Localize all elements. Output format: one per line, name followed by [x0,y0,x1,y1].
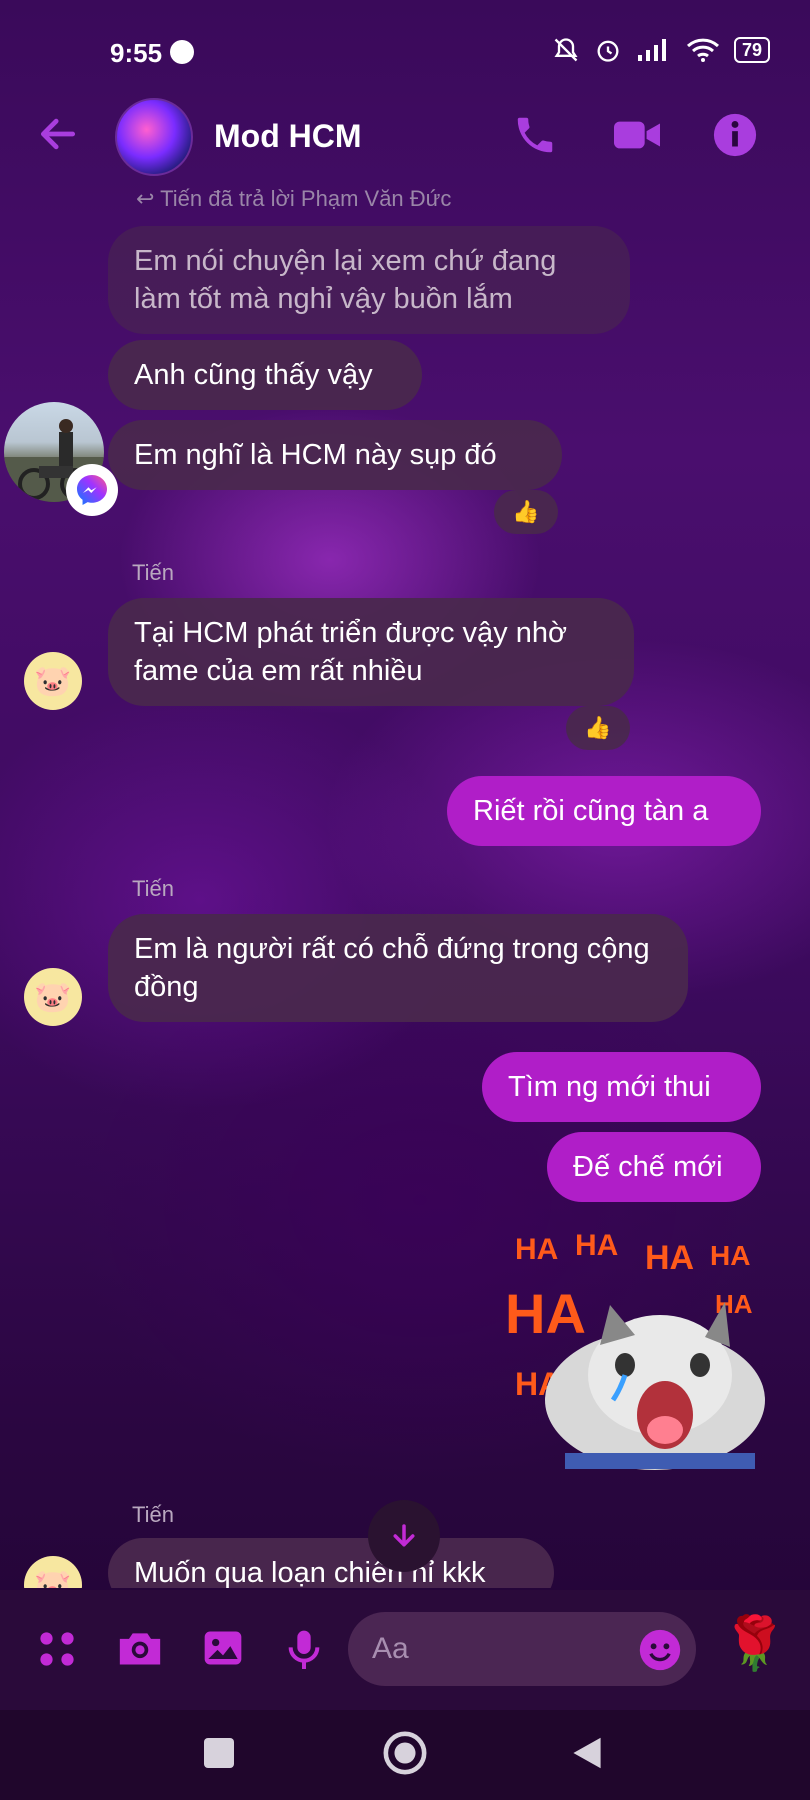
sender-name: Tiến [132,1502,174,1527]
gallery-icon[interactable] [200,1626,246,1670]
pig-avatar[interactable]: 🐷 [24,968,82,1026]
pig-icon: 🐷 [34,1568,72,1589]
reply-note: ↩ Tiến đã trả lời Phạm Văn Đức [136,186,452,211]
my-message-bubble[interactable]: Riết rồi cũng tàn a [447,776,761,846]
pig-avatar[interactable]: 🐷 [24,1556,82,1588]
sticker-text: HA [645,1239,694,1277]
messenger-badge [66,464,118,516]
message-bubble[interactable]: Em nghĩ là HCM này sụp đó [108,420,562,490]
apps-icon[interactable] [36,1628,78,1670]
info-icon[interactable] [712,112,758,158]
pig-avatar[interactable]: 🐷 [24,652,82,710]
status-icons: 79 [552,36,770,64]
home-button[interactable] [382,1730,428,1776]
wifi-icon [686,38,719,62]
phone-icon[interactable] [512,112,558,158]
my-message-bubble[interactable]: Đế chế mới [547,1132,761,1202]
sticker-text: HA [515,1233,558,1266]
pig-icon: 🐷 [34,664,72,698]
laughing-cat-sticker[interactable]: HA HA HA HA HA HA HA [505,1225,765,1475]
message-input-placeholder: Aa [372,1632,409,1665]
battery-indicator: 79 [733,37,770,63]
message-bubble[interactable]: Em nói chuyện lại xem chứ đang làm tốt m… [108,226,630,334]
pig-icon: 🐷 [34,980,72,1014]
reaction-badge[interactable]: 👍 [494,490,558,534]
message-bubble[interactable]: Muốn qua loạn chiến hỉ kkk [108,1538,554,1588]
messenger-icon [77,475,107,505]
video-icon[interactable] [612,112,662,158]
my-message-bubble[interactable]: Tìm ng mới thui [482,1052,761,1122]
scroll-down-icon [393,1524,415,1547]
rose-icon[interactable]: 🌹 [722,1614,787,1674]
chat-title[interactable]: Mod HCM [214,118,362,155]
sticker-text: HA [505,1282,586,1345]
camera-icon[interactable] [116,1626,164,1670]
message-bubble[interactable]: Em là người rất có chỗ đứng trong cộng đ… [108,914,688,1022]
mute-bell-icon [554,38,578,62]
group-avatar[interactable] [115,98,193,176]
messenger-status-icon [170,40,194,64]
status-time: 9:55 [110,38,163,68]
reaction-badge[interactable]: 👍 [566,706,630,750]
message-bubble[interactable]: Anh cũng thấy vậy [108,340,422,410]
emoji-icon[interactable] [638,1628,682,1672]
sender-name: Tiến [132,876,174,901]
scroll-down-button[interactable] [368,1500,440,1572]
sticker-text: HA [710,1240,750,1271]
mic-icon[interactable] [284,1626,324,1672]
recents-button[interactable] [204,1738,234,1768]
message-bubble[interactable]: Tại HCM phát triển được vậy nhờ fame của… [108,598,634,706]
reply-arrow-icon: ↩ [136,186,155,211]
alarm-icon [597,40,619,62]
sender-name: Tiến [132,560,174,585]
signal-icon [637,39,666,61]
back-arrow-icon[interactable] [36,112,80,156]
sticker-text: HA [575,1229,618,1262]
back-nav-button[interactable] [570,1734,604,1772]
